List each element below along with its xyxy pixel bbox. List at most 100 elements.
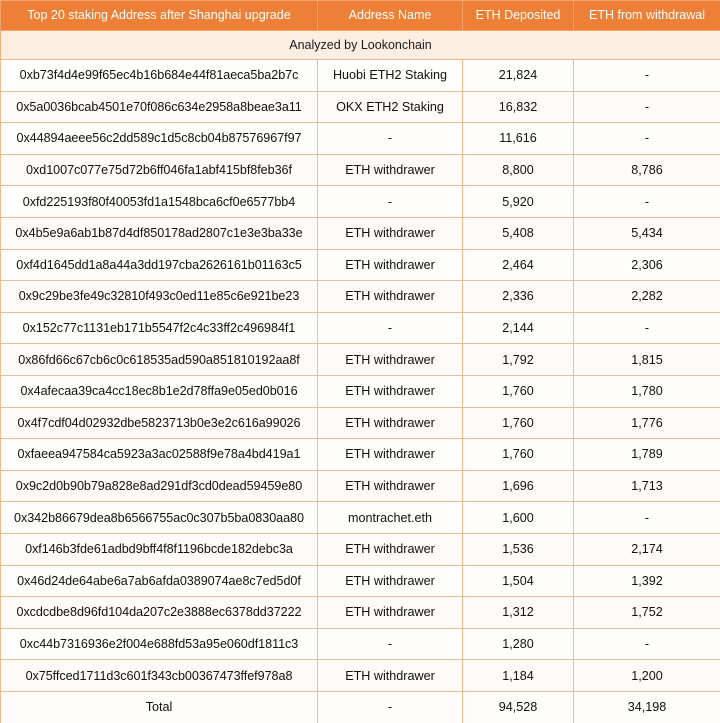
cell-eth-deposited: 1,696 [462, 469, 574, 503]
cell-address-name: Huobi ETH2 Staking [317, 59, 463, 92]
cell-address-name: ETH withdrawer [317, 564, 463, 598]
cell-address-name: OKX ETH2 Staking [317, 90, 463, 124]
cell-address-name: ETH withdrawer [317, 438, 463, 471]
table-row[interactable]: 0x9c29be3fe49c32810f493c0ed11e85c6e921be… [0, 280, 720, 313]
cell-eth-deposited: 21,824 [462, 59, 574, 92]
cell-eth-from-withdrawal: 1,752 [573, 596, 720, 629]
cell-address: 0xf146b3fde61adbd9bff4f8f1196bcde182debc… [0, 532, 318, 566]
cell-address: 0x44894aeee56c2dd589c1d5c8cb04b87576967f… [0, 122, 318, 155]
table-total-row: Total -94,528 34,198 [0, 690, 720, 723]
cell-eth-from-withdrawal: - [573, 90, 720, 124]
cell-address-name: - [317, 185, 463, 218]
cell-eth-from-withdrawal: - [573, 627, 720, 661]
cell-address: 0x342b86679dea8b6566755ac0c307b5ba0830aa… [0, 501, 318, 534]
table-row[interactable]: 0x75ffced1711d3c601f343cb00367473ffef978… [0, 659, 720, 692]
cell-eth-deposited: 11,616 [462, 122, 574, 155]
cell-address-name: ETH withdrawer [317, 216, 463, 250]
table-row[interactable]: 0x9c2d0b90b79a828e8ad291df3cd0dead59459e… [0, 469, 720, 503]
cell-address: 0x4b5e9a6ab1b87d4df850178ad2807c1e3e3ba3… [0, 216, 318, 250]
cell-address: 0x75ffced1711d3c601f343cb00367473ffef978… [0, 659, 318, 692]
cell-address-name: ETH withdrawer [317, 406, 463, 440]
cell-eth-deposited: 1,536 [462, 532, 574, 566]
cell-eth-from-withdrawal: - [573, 122, 720, 155]
column-header-address-name[interactable]: Address Name [317, 0, 463, 31]
cell-eth-from-withdrawal: 8,786 [573, 153, 720, 187]
cell-address: 0x4afecaa39ca4cc18ec8b1e2d78ffa9e05ed0b0… [0, 374, 318, 408]
cell-address-name: - [317, 627, 463, 661]
cell-eth-deposited: 5,408 [462, 216, 574, 250]
cell-address: 0xfd225193f80f40053fd1a1548bca6cf0e6577b… [0, 185, 318, 218]
total-eth-from-withdrawal: 34,198 [573, 690, 720, 723]
cell-eth-from-withdrawal: - [573, 185, 720, 218]
table-row[interactable]: 0x4b5e9a6ab1b87d4df850178ad2807c1e3e3ba3… [0, 216, 720, 250]
cell-address-name: ETH withdrawer [317, 343, 463, 376]
cell-eth-from-withdrawal: 1,200 [573, 659, 720, 692]
cell-eth-from-withdrawal: 2,282 [573, 280, 720, 313]
table-row[interactable]: 0x44894aeee56c2dd589c1d5c8cb04b87576967f… [0, 122, 720, 155]
cell-eth-deposited: 1,792 [462, 343, 574, 376]
cell-eth-deposited: 2,144 [462, 311, 574, 345]
table-header: Top 20 staking Address after Shanghai up… [0, 0, 720, 31]
cell-eth-deposited: 1,760 [462, 438, 574, 471]
cell-eth-deposited: 5,920 [462, 185, 574, 218]
column-header-eth-from-withdrawal[interactable]: ETH from withdrawal [573, 0, 720, 31]
table-row[interactable]: 0xd1007c077e75d72b6ff046fa1abf415bf8feb3… [0, 153, 720, 187]
header-row: Top 20 staking Address after Shanghai up… [0, 0, 720, 31]
cell-address: 0xc44b7316936e2f004e688fd53a95e060df1811… [0, 627, 318, 661]
table-row[interactable]: 0x86fd66c67cb6c0c618535ad590a851810192aa… [0, 343, 720, 376]
table-row[interactable]: 0xcdcdbe8d96fd104da207c2e3888ec6378dd372… [0, 596, 720, 629]
cell-eth-deposited: 1,504 [462, 564, 574, 598]
total-eth-deposited: 94,528 [462, 690, 574, 723]
table-row[interactable]: 0x342b86679dea8b6566755ac0c307b5ba0830aa… [0, 501, 720, 534]
table-subtitle-body: Analyzed by Lookonchain [0, 30, 720, 60]
table-row[interactable]: 0xfaeea947584ca5923a3ac02588f9e78a4bd419… [0, 438, 720, 471]
column-header-eth-deposited[interactable]: ETH Deposited [462, 0, 574, 31]
cell-eth-deposited: 1,312 [462, 596, 574, 629]
table-row[interactable]: 0xf146b3fde61adbd9bff4f8f1196bcde182debc… [0, 532, 720, 566]
cell-address: 0xb73f4d4e99f65ec4b16b684e44f81aeca5ba2b… [0, 59, 318, 92]
cell-eth-deposited: 8,800 [462, 153, 574, 187]
cell-eth-from-withdrawal: 1,780 [573, 374, 720, 408]
cell-eth-deposited: 16,832 [462, 90, 574, 124]
cell-address-name: - [317, 122, 463, 155]
cell-eth-deposited: 1,760 [462, 374, 574, 408]
cell-eth-deposited: 1,184 [462, 659, 574, 692]
table-row[interactable]: 0xc44b7316936e2f004e688fd53a95e060df1811… [0, 627, 720, 661]
cell-address: 0xcdcdbe8d96fd104da207c2e3888ec6378dd372… [0, 596, 318, 629]
cell-eth-from-withdrawal: - [573, 59, 720, 92]
cell-eth-from-withdrawal: 1,789 [573, 438, 720, 471]
cell-address: 0x9c29be3fe49c32810f493c0ed11e85c6e921be… [0, 280, 318, 313]
cell-address: 0x4f7cdf04d02932dbe5823713b0e3e2c616a990… [0, 406, 318, 440]
total-address-name: - [317, 690, 463, 723]
cell-address: 0x86fd66c67cb6c0c618535ad590a851810192aa… [0, 343, 318, 376]
table-row[interactable]: 0x46d24de64abe6a7ab6afda0389074ae8c7ed5d… [0, 564, 720, 598]
table-row[interactable]: 0x152c77c1131eb171b5547f2c4c33ff2c496984… [0, 311, 720, 345]
cell-eth-deposited: 2,464 [462, 248, 574, 282]
cell-address-name: ETH withdrawer [317, 532, 463, 566]
table-row[interactable]: 0x4afecaa39ca4cc18ec8b1e2d78ffa9e05ed0b0… [0, 374, 720, 408]
cell-eth-from-withdrawal: - [573, 501, 720, 534]
cell-address: 0xf4d1645dd1a8a44a3dd197cba2626161b01163… [0, 248, 318, 282]
cell-eth-from-withdrawal: 1,713 [573, 469, 720, 503]
table-body: 0xb73f4d4e99f65ec4b16b684e44f81aeca5ba2b… [0, 59, 720, 723]
cell-address: 0x152c77c1131eb171b5547f2c4c33ff2c496984… [0, 311, 318, 345]
column-header-address[interactable]: Top 20 staking Address after Shanghai up… [0, 0, 318, 31]
total-label: Total [0, 690, 318, 723]
cell-eth-from-withdrawal: - [573, 311, 720, 345]
cell-eth-deposited: 1,760 [462, 406, 574, 440]
cell-eth-deposited: 1,280 [462, 627, 574, 661]
cell-address-name: ETH withdrawer [317, 469, 463, 503]
cell-address-name: ETH withdrawer [317, 596, 463, 629]
cell-address-name: ETH withdrawer [317, 153, 463, 187]
staking-table-container: Top 20 staking Address after Shanghai up… [0, 0, 720, 723]
table-row[interactable]: 0x5a0036bcab4501e70f086c634e2958a8beae3a… [0, 90, 720, 124]
table-row[interactable]: 0x4f7cdf04d02932dbe5823713b0e3e2c616a990… [0, 406, 720, 440]
cell-address: 0x5a0036bcab4501e70f086c634e2958a8beae3a… [0, 90, 318, 124]
top-20-staking-address-table: Top 20 staking Address after Shanghai up… [0, 0, 720, 723]
table-row[interactable]: 0xf4d1645dd1a8a44a3dd197cba2626161b01163… [0, 248, 720, 282]
cell-address: 0x46d24de64abe6a7ab6afda0389074ae8c7ed5d… [0, 564, 318, 598]
cell-eth-from-withdrawal: 5,434 [573, 216, 720, 250]
cell-address-name: ETH withdrawer [317, 659, 463, 692]
table-row[interactable]: 0xfd225193f80f40053fd1a1548bca6cf0e6577b… [0, 185, 720, 218]
table-row[interactable]: 0xb73f4d4e99f65ec4b16b684e44f81aeca5ba2b… [0, 59, 720, 92]
